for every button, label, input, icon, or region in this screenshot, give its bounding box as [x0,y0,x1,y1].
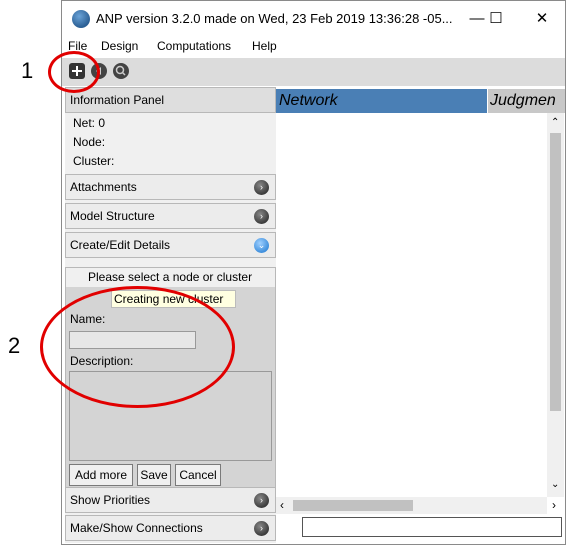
tab-judgments[interactable]: Judgmen [488,89,565,113]
scroll-left-icon[interactable]: ‹ [280,498,284,512]
add-more-button[interactable]: Add more [69,464,133,486]
annotation-circle-1 [48,51,100,93]
tab-network[interactable]: Network [276,89,487,113]
maximize-button[interactable]: ☐ [476,7,516,31]
node-info: Node: [73,135,106,149]
menu-bar: File Design Computations Help [62,37,565,57]
menu-help[interactable]: Help [252,39,277,53]
right-panel: Network Judgmen ⌃ ⌄ ‹ › [276,87,565,543]
menu-design[interactable]: Design [101,39,138,53]
scroll-up-icon[interactable]: ⌃ [551,117,559,128]
annotation-number-2: 2 [8,333,21,358]
title-bar: ANP version 3.2.0 made on Wed, 23 Feb 20… [62,1,565,37]
menu-computations[interactable]: Computations [157,39,231,53]
save-button[interactable]: Save [137,464,171,486]
chevron-right-icon: › [254,493,269,508]
net-info: Net: 0 [73,116,106,130]
scroll-right-icon[interactable]: › [552,498,556,512]
select-prompt: Please select a node or cluster [88,270,253,284]
make-show-connections-header[interactable]: Make/Show Connections › [65,515,276,541]
window-title: ANP version 3.2.0 made on Wed, 23 Feb 20… [96,11,453,26]
close-button[interactable]: ✕ [522,7,562,31]
status-field[interactable] [302,517,562,537]
attachments-label: Attachments [70,180,137,194]
make-show-connections-label: Make/Show Connections [70,521,203,535]
vertical-scroll-thumb[interactable] [550,133,561,411]
model-structure-label: Model Structure [70,209,155,223]
network-canvas[interactable] [276,113,547,497]
chevron-right-icon: › [254,209,269,224]
cancel-button[interactable]: Cancel [175,464,221,486]
select-prompt-bar: Please select a node or cluster [66,268,275,287]
horizontal-scroll-thumb[interactable] [293,500,413,511]
create-edit-details-label: Create/Edit Details [70,238,171,252]
model-structure-header[interactable]: Model Structure › [65,203,276,229]
search-icon[interactable] [113,63,129,79]
horizontal-scrollbar[interactable]: ‹ › [276,497,556,514]
toolbar [62,58,565,86]
chevron-right-icon: › [254,521,269,536]
show-priorities-label: Show Priorities [70,493,151,507]
show-priorities-header[interactable]: Show Priorities › [65,487,276,513]
tab-judgments-label: Judgmen [490,92,556,109]
chevron-down-icon: ⌄ [254,238,269,253]
annotation-number-1: 1 [21,58,34,83]
app-window: ANP version 3.2.0 made on Wed, 23 Feb 20… [61,0,566,545]
create-edit-details-header[interactable]: Create/Edit Details ⌄ [65,232,276,258]
information-panel-header[interactable]: Information Panel [65,87,276,113]
app-globe-icon [72,10,90,28]
annotation-circle-2 [40,286,235,408]
vertical-scrollbar[interactable]: ⌃ ⌄ [547,113,564,497]
tab-network-label: Network [279,92,338,109]
scroll-down-icon[interactable]: ⌄ [551,479,559,490]
cluster-info: Cluster: [73,154,115,168]
attachments-header[interactable]: Attachments › [65,174,276,200]
chevron-right-icon: › [254,180,269,195]
information-panel-label: Information Panel [70,93,165,107]
